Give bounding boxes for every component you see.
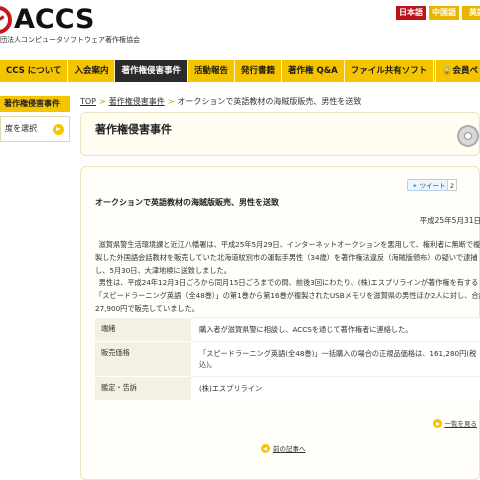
- view-list-label: 一覧を見る: [444, 420, 478, 428]
- page-title: 著作権侵害事件: [95, 123, 172, 136]
- sidebar-heading: 著作権侵害事件: [0, 96, 70, 112]
- twitter-bird-icon: ✦: [412, 182, 418, 190]
- arrow-left-icon: [261, 444, 270, 453]
- table-row-value: 「スピードラーニング英語(全48巻)」一括購入の場合の正規品価格は、161,28…: [191, 341, 480, 377]
- nav-item-member-page[interactable]: 🔒会員ペ: [434, 60, 480, 82]
- sidebar-item-year-select[interactable]: 度を選択: [0, 116, 70, 142]
- nav-item-qa[interactable]: 著作権 Q&A: [282, 60, 345, 82]
- nav-item-infringement-cases[interactable]: 著作権侵害事件: [115, 60, 188, 82]
- cd-disc-icon: [457, 125, 479, 147]
- breadcrumb-section-link[interactable]: 著作権侵害事件: [109, 97, 165, 106]
- lang-chinese-button[interactable]: 中国語: [429, 6, 459, 20]
- nav-item-file-sharing[interactable]: ファイル共有ソフト: [345, 60, 435, 82]
- table-row: 販売価格 「スピードラーニング英語(全48巻)」一括購入の場合の正規品価格は、1…: [95, 341, 480, 377]
- table-row-value: (株)エスプリライン: [191, 376, 480, 400]
- tweet-count: 2: [447, 179, 457, 191]
- view-list-link[interactable]: 一覧を見る: [432, 418, 478, 428]
- arrow-right-icon: [432, 419, 442, 428]
- article-title: オークションで英語教材の海賊版販売、男性を送致: [95, 198, 279, 207]
- sidebar-item-label: 度を選択: [5, 124, 37, 133]
- tweet-button[interactable]: ✦ ツイート: [407, 179, 451, 191]
- previous-article-link[interactable]: 前の記事へ: [261, 443, 306, 453]
- breadcrumb-top-link[interactable]: TOP: [80, 97, 96, 106]
- article-paragraph: 男性は、平成24年12月3日ごろから同月15日ごろまでの間、前後3回にわたり、(…: [95, 278, 480, 313]
- arrow-right-icon: [53, 124, 64, 135]
- site-header: ACCS 団法人コンピュータソフトウェア著作権協会 日本語 中国語 英語: [0, 0, 480, 58]
- article-paragraph: 滋賀県警生活環境課と近江八幡署は、平成25年5月29日、インターネットオークショ…: [95, 240, 480, 275]
- site-logo[interactable]: ACCS: [14, 4, 94, 36]
- nav-item-membership[interactable]: 入会案内: [68, 60, 116, 82]
- lang-japanese-button[interactable]: 日本語: [396, 6, 426, 20]
- table-row-label: 鑑定・告訴: [95, 376, 191, 400]
- site-org-name: 団法人コンピュータソフトウェア著作権協会: [0, 36, 140, 44]
- table-row-value: 購入者が滋賀県警に相談し、ACCSを通じて著作権者に連絡した。: [191, 317, 480, 342]
- breadcrumb-separator-icon: >: [167, 97, 175, 106]
- article-body: 滋賀県警生活環境課と近江八幡署は、平成25年5月29日、インターネットオークショ…: [95, 239, 480, 316]
- breadcrumb-separator-icon: >: [99, 97, 106, 106]
- breadcrumb: TOP > 著作権侵害事件 > オークションで英語教材の海賊版販売、男性を送致: [80, 96, 361, 107]
- nav-item-about[interactable]: CCS について: [0, 60, 69, 82]
- tweet-label: ツイート: [419, 182, 446, 190]
- nav-item-books[interactable]: 発行書籍: [235, 60, 283, 82]
- table-row-label: 販売価格: [95, 341, 191, 377]
- case-info-table: 端緒 購入者が滋賀県警に相談し、ACCSを通じて著作権者に連絡した。 販売価格 …: [95, 317, 480, 400]
- article-panel: ✦ ツイート 2 オークションで英語教材の海賊版販売、男性を送致 平成25年5月…: [80, 166, 480, 480]
- lang-english-button[interactable]: 英語: [462, 6, 480, 20]
- lock-icon: 🔒: [441, 66, 453, 76]
- page-title-box: 著作権侵害事件: [80, 112, 480, 156]
- accs-logo-icon[interactable]: [0, 6, 12, 34]
- global-nav: CCS について 入会案内 著作権侵害事件 活動報告 発行書籍 著作権 Q&A …: [0, 60, 480, 82]
- table-row-label: 端緒: [95, 317, 191, 342]
- nav-member-label: 会員ペ: [452, 66, 478, 76]
- table-row: 端緒 購入者が滋賀県警に相談し、ACCSを通じて著作権者に連絡した。: [95, 317, 480, 342]
- table-row: 鑑定・告訴 (株)エスプリライン: [95, 376, 480, 400]
- nav-item-reports[interactable]: 活動報告: [188, 60, 236, 82]
- breadcrumb-current: オークションで英語教材の海賊版販売、男性を送致: [177, 97, 362, 106]
- article-date: 平成25年5月31日: [419, 216, 480, 225]
- previous-article-label: 前の記事へ: [273, 445, 306, 453]
